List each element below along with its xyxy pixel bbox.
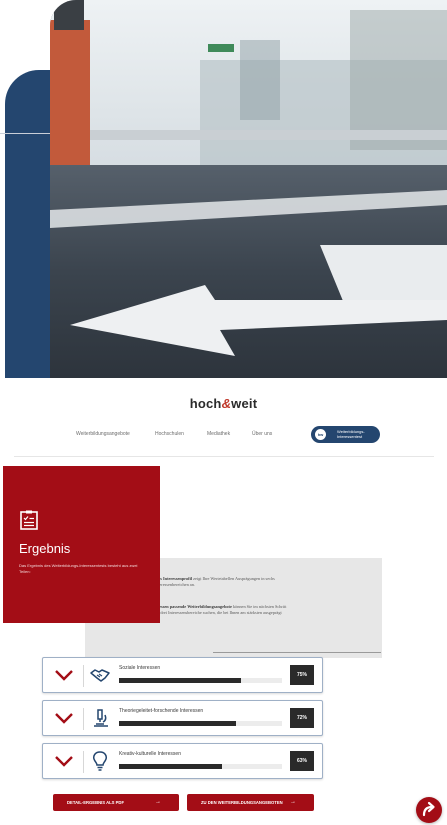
- interest-bar-track: [119, 721, 282, 726]
- info-panel-rule: [213, 652, 381, 653]
- interest-label: Kreativ-kulturelle Interessen: [119, 751, 181, 757]
- interest-percent-badge: 72%: [290, 708, 314, 728]
- nav-item-ueber-uns[interactable]: Über uns: [252, 431, 272, 437]
- interest-row-creative[interactable]: Kreativ-kulturelle Interessen 63%: [42, 743, 323, 779]
- interest-bar-track: [119, 764, 282, 769]
- interest-bar-fill: [119, 721, 237, 726]
- chevron-down-icon[interactable]: [54, 710, 74, 726]
- clipboard-icon: [20, 510, 38, 530]
- result-description: Das Ergebnis des Weiterbildungs-Interess…: [19, 563, 138, 574]
- interest-bar-fill: [119, 678, 242, 683]
- divider-line: [0, 133, 50, 134]
- interest-test-button-label: Weiterbildungs-Interessentest: [337, 429, 365, 439]
- hw-badge-icon: hw: [315, 429, 326, 440]
- lightbulb-icon: [93, 751, 107, 771]
- arrow-right-icon: →: [155, 799, 161, 805]
- row-separator: [83, 708, 84, 730]
- offers-button-label: ZU DEN WEITERBILDUNGSANGEBOTEN: [201, 800, 283, 805]
- website-screenshot: hoch&weit Weiterbildungsangebote Hochsch…: [0, 378, 447, 825]
- logo-ampersand: &: [221, 396, 232, 411]
- share-arrow-icon: [422, 801, 435, 817]
- interest-row-research[interactable]: Theoriegeleitet-forschende Interessen 72…: [42, 700, 323, 736]
- offers-button[interactable]: ZU DEN WEITERBILDUNGSANGEBOTEN →: [187, 794, 314, 811]
- interest-label: Theoriegeleitet-forschende Interessen: [119, 708, 204, 714]
- pdf-download-label: DETAIL-ERGEBNIS ALS PDF: [67, 800, 124, 805]
- logo-text-right: weit: [231, 396, 258, 411]
- logo-text-left: hoch: [189, 396, 222, 411]
- interest-bar-track: [119, 678, 282, 683]
- arrow-right-icon: →: [290, 799, 296, 805]
- result-title: Ergebnis: [19, 541, 71, 556]
- chevron-down-icon[interactable]: [54, 667, 74, 683]
- site-logo[interactable]: hoch&weit: [0, 396, 447, 411]
- share-button[interactable]: [416, 797, 442, 823]
- chevron-down-icon[interactable]: [54, 753, 74, 769]
- pdf-download-button[interactable]: DETAIL-ERGEBNIS ALS PDF →: [53, 794, 179, 811]
- page: hoch&weit Weiterbildungsangebote Hochsch…: [0, 0, 447, 825]
- interest-bar-fill: [119, 764, 222, 769]
- microscope-icon: [94, 709, 108, 727]
- road-arrows-photo: [50, 0, 447, 378]
- interest-label: Soziale Interessen: [119, 665, 161, 671]
- nav-item-mediathek[interactable]: Mediathek: [207, 431, 230, 437]
- nav-divider: [14, 456, 434, 457]
- hero-photo: [50, 0, 447, 378]
- interest-percent-badge: 63%: [290, 751, 314, 771]
- result-card: Ergebnis Das Ergebnis des Weiterbildungs…: [3, 466, 160, 623]
- interest-percent-badge: 75%: [290, 665, 314, 685]
- row-separator: [83, 665, 84, 687]
- nav-item-hochschulen[interactable]: Hochschulen: [155, 431, 184, 437]
- handshake-icon: [90, 669, 110, 682]
- row-separator: [83, 751, 84, 773]
- nav-item-weiterbildungsangebote[interactable]: Weiterbildungsangebote: [76, 431, 130, 437]
- interest-row-social[interactable]: Soziale Interessen 75%: [42, 657, 323, 693]
- interest-test-button[interactable]: hw Weiterbildungs-Interessentest: [311, 426, 380, 443]
